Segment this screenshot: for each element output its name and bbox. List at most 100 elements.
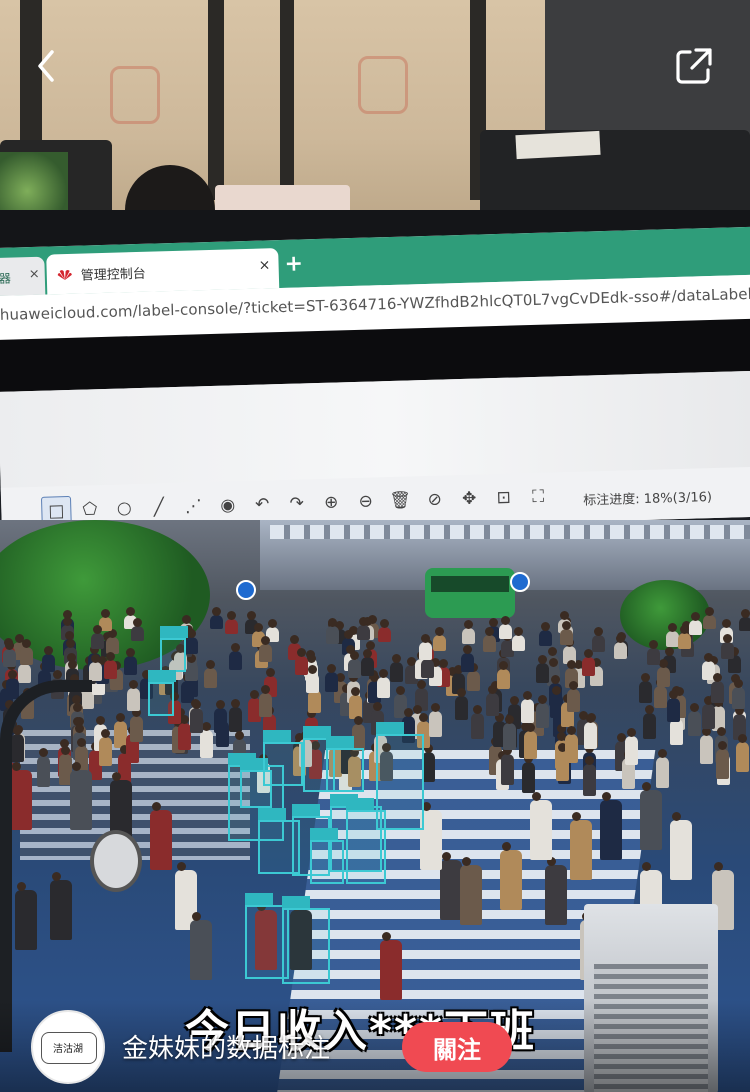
pedestrian xyxy=(716,740,730,780)
pedestrian xyxy=(177,715,191,751)
annotation-label-tag xyxy=(292,804,320,816)
pedestrian xyxy=(466,662,480,692)
pedestrian xyxy=(259,636,273,662)
pedestrian xyxy=(307,681,321,713)
annotation-label-tag xyxy=(148,670,176,682)
pedestrian xyxy=(581,648,595,676)
annotation-bounding-box[interactable] xyxy=(148,670,176,716)
fit-icon: ⊡ xyxy=(496,487,512,509)
back-button[interactable] xyxy=(30,46,66,86)
pedestrian xyxy=(567,680,581,712)
undo-tool[interactable]: ↶ xyxy=(248,490,277,519)
pedestrian xyxy=(524,722,538,759)
pedestrian xyxy=(210,607,224,629)
annotation-label-tag xyxy=(310,828,338,840)
follow-button[interactable]: 關注 xyxy=(402,1022,512,1072)
tab-title: 管理控制台 xyxy=(80,266,147,284)
pedestrian xyxy=(670,812,692,880)
road-sign xyxy=(510,572,530,592)
wall-decoration xyxy=(110,66,160,124)
pedestrian xyxy=(471,705,485,739)
fit-tool[interactable]: ⊡ xyxy=(489,483,518,512)
pillar xyxy=(208,0,224,200)
pedestrian xyxy=(433,626,447,652)
huawei-logo-icon xyxy=(57,269,72,281)
tab-previous-close-icon[interactable]: × xyxy=(29,267,40,282)
pedestrian xyxy=(702,696,716,730)
new-tab-button[interactable]: + xyxy=(284,251,303,277)
pedestrian xyxy=(129,708,143,743)
pedestrian xyxy=(503,715,517,751)
pedestrian xyxy=(600,792,622,860)
dark-wall xyxy=(545,0,750,140)
pillar xyxy=(280,0,294,200)
pedestrian xyxy=(390,654,404,682)
pedestrian xyxy=(591,626,605,652)
annotation-label-tag xyxy=(160,626,188,638)
road-sign xyxy=(236,580,256,600)
circle-tool[interactable]: ○ xyxy=(110,494,139,523)
dashed-line-tool[interactable]: ⋰ xyxy=(179,492,208,521)
pedestrian xyxy=(498,615,512,640)
fullscreen-tool[interactable]: ⛶ xyxy=(524,483,553,512)
pedestrian xyxy=(559,621,573,646)
annotation-bounding-box[interactable] xyxy=(376,722,424,830)
pedestrian xyxy=(536,655,550,683)
tab-close-icon[interactable]: × xyxy=(258,257,270,273)
annotation-bounding-box[interactable] xyxy=(326,736,364,792)
pedestrian xyxy=(294,647,308,675)
pedestrian xyxy=(42,645,55,673)
zoom-out-icon: ⊖ xyxy=(358,491,374,512)
zoom-out-tool[interactable]: ⊖ xyxy=(351,487,380,516)
pedestrian xyxy=(17,655,31,684)
pedestrian xyxy=(538,622,552,647)
annotation-label-tag xyxy=(376,722,404,734)
annotation-bounding-box[interactable] xyxy=(160,626,188,672)
pedestrian xyxy=(454,688,468,720)
pedestrian xyxy=(127,680,141,712)
annotation-label-tag xyxy=(263,730,291,742)
annotation-bounding-box[interactable] xyxy=(310,828,344,884)
pedestrian xyxy=(419,634,433,660)
annotation-label-tag xyxy=(282,896,310,908)
green-bus xyxy=(425,568,515,618)
annotation-bounding-box[interactable] xyxy=(263,730,303,786)
dashed-line-icon: ⋰ xyxy=(184,496,203,517)
zoom-in-tool[interactable]: ⊕ xyxy=(317,488,346,517)
point-tool[interactable]: ◉ xyxy=(213,491,242,520)
redo-tool[interactable]: ↷ xyxy=(282,489,311,518)
line-icon: ╱ xyxy=(153,497,165,518)
move-tool[interactable]: ✥ xyxy=(455,484,484,513)
eye-off-icon: ⊘ xyxy=(427,489,443,510)
point-icon: ◉ xyxy=(220,495,236,516)
tab-management-console[interactable]: 管理控制台 × xyxy=(46,248,280,295)
hide-tool[interactable]: ⊘ xyxy=(420,485,449,514)
pedestrian xyxy=(625,728,639,765)
pedestrian xyxy=(702,607,716,630)
street-lamp xyxy=(0,680,92,1052)
pedestrian xyxy=(670,710,684,746)
move-icon: ✥ xyxy=(461,488,477,510)
pedestrian xyxy=(460,645,474,672)
pedestrian xyxy=(460,857,482,925)
pedestrian xyxy=(564,726,578,763)
pedestrian xyxy=(347,650,361,679)
author-name[interactable]: 金妹妹的数据标注 xyxy=(122,1028,330,1065)
annotation-bounding-box[interactable] xyxy=(282,896,330,984)
pedestrian xyxy=(731,678,745,710)
pedestrian xyxy=(642,705,656,739)
pedestrian xyxy=(570,812,592,880)
delete-tool[interactable]: 🗑 xyxy=(386,486,415,515)
chevron-left-icon xyxy=(38,50,54,82)
line-tool[interactable]: ╱ xyxy=(144,493,173,522)
annotation-label-tag xyxy=(245,893,273,905)
share-button[interactable] xyxy=(672,44,718,88)
pedestrian xyxy=(522,753,536,794)
pedestrian xyxy=(646,639,660,666)
street-clock xyxy=(90,830,142,892)
pedestrian xyxy=(130,617,144,641)
avatar-text: 洁沽湖 xyxy=(53,1044,83,1055)
pedestrian xyxy=(377,668,391,699)
avatar[interactable]: 洁沽湖 xyxy=(31,1010,105,1084)
tab-previous-label: 器 xyxy=(0,271,12,286)
